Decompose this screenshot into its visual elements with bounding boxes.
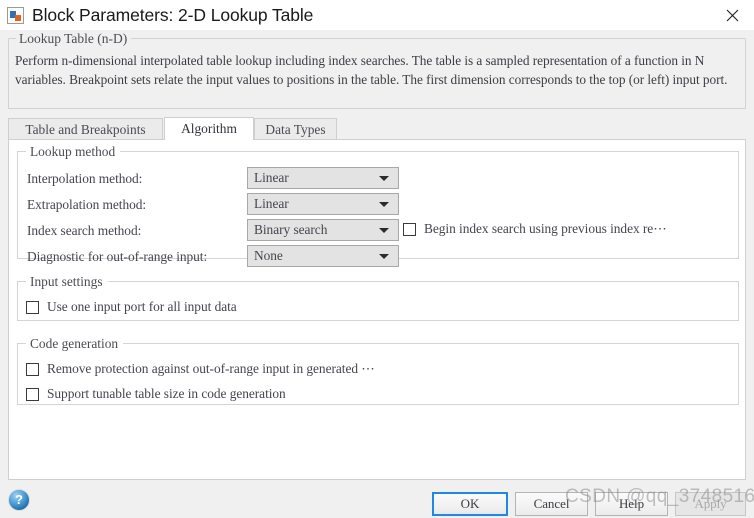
cancel-button-label: Cancel xyxy=(533,496,570,511)
tab-label: Data Types xyxy=(265,121,326,137)
tab-label: Table and Breakpoints xyxy=(25,121,146,137)
interpolation-method-select[interactable]: Linear xyxy=(247,167,399,189)
code-generation-group-title: Code generation xyxy=(26,336,124,351)
diagnostic-out-of-range-select[interactable]: None xyxy=(247,245,399,267)
code-generation-group: Code generation Remove protection agains… xyxy=(17,336,739,405)
begin-index-search-label: Begin index search using previous index … xyxy=(424,221,667,236)
lookup-method-group: Lookup method Interpolation method: Line… xyxy=(17,144,739,267)
algorithm-tab-panel: Lookup method Interpolation method: Line… xyxy=(8,139,746,480)
help-button[interactable]: Help xyxy=(595,492,668,516)
lookup-method-group-title: Lookup method xyxy=(26,144,121,159)
simulink-block-icon xyxy=(7,6,24,24)
remove-protection-checkbox[interactable] xyxy=(26,362,39,376)
description-group-title: Lookup Table (n-D) xyxy=(16,31,132,46)
help-button-label: Help xyxy=(618,496,645,511)
chevron-down-icon xyxy=(379,254,389,259)
chevron-down-icon xyxy=(379,176,389,181)
diagnostic-out-of-range-value: None xyxy=(254,248,283,263)
index-search-method-value: Binary search xyxy=(254,222,328,237)
description-text: Perform n-dimensional interpolated table… xyxy=(15,53,728,87)
index-search-method-select[interactable]: Binary search xyxy=(247,219,399,241)
use-one-input-port-checkbox[interactable] xyxy=(26,300,39,314)
close-icon[interactable] xyxy=(710,0,754,30)
tab-label: Algorithm xyxy=(181,121,237,136)
begin-index-search-checkbox-row[interactable]: Begin index search using previous index … xyxy=(403,221,667,237)
tab-strip: Table and Breakpoints Algorithm Data Typ… xyxy=(8,117,746,140)
window-title: Block Parameters: 2-D Lookup Table xyxy=(32,4,314,25)
tab-data-types[interactable]: Data Types xyxy=(254,118,337,140)
title-bar: Block Parameters: 2-D Lookup Table xyxy=(0,0,754,30)
input-settings-group: Input settings Use one input port for al… xyxy=(17,274,739,321)
apply-button-label: Apply xyxy=(694,496,727,511)
ok-button-label: OK xyxy=(460,496,480,511)
use-one-input-port-label: Use one input port for all input data xyxy=(47,299,237,314)
remove-protection-checkbox-row[interactable]: Remove protection against out-of-range i… xyxy=(26,361,375,377)
cancel-button[interactable]: Cancel xyxy=(515,492,588,516)
use-one-input-port-checkbox-row[interactable]: Use one input port for all input data xyxy=(26,299,237,315)
ok-button[interactable]: OK xyxy=(432,492,508,516)
tab-table-and-breakpoints[interactable]: Table and Breakpoints xyxy=(8,118,163,140)
chevron-down-icon xyxy=(379,202,389,207)
interpolation-method-value: Linear xyxy=(254,170,289,185)
tab-algorithm[interactable]: Algorithm xyxy=(164,117,254,140)
description-group: Lookup Table (n-D) Perform n-dimensional… xyxy=(8,31,746,109)
extrapolation-method-label: Extrapolation method: xyxy=(27,197,147,212)
block-parameters-dialog: Block Parameters: 2-D Lookup Table Looku… xyxy=(0,0,754,518)
help-icon[interactable]: ? xyxy=(8,489,30,511)
extrapolation-method-value: Linear xyxy=(254,196,289,211)
help-icon-glyph: ? xyxy=(15,492,23,507)
extrapolation-method-select[interactable]: Linear xyxy=(247,193,399,215)
begin-index-search-checkbox[interactable] xyxy=(403,222,416,236)
apply-button: Apply xyxy=(675,492,746,516)
remove-protection-label: Remove protection against out-of-range i… xyxy=(47,361,375,376)
index-search-method-label: Index search method: xyxy=(27,223,142,238)
support-tunable-checkbox-row[interactable]: Support tunable table size in code gener… xyxy=(26,386,286,402)
chevron-down-icon xyxy=(379,228,389,233)
input-settings-group-title: Input settings xyxy=(26,274,108,289)
support-tunable-label: Support tunable table size in code gener… xyxy=(47,386,286,401)
diagnostic-out-of-range-label: Diagnostic for out-of-range input: xyxy=(27,249,208,264)
interpolation-method-label: Interpolation method: xyxy=(27,171,143,186)
support-tunable-checkbox[interactable] xyxy=(26,387,39,401)
